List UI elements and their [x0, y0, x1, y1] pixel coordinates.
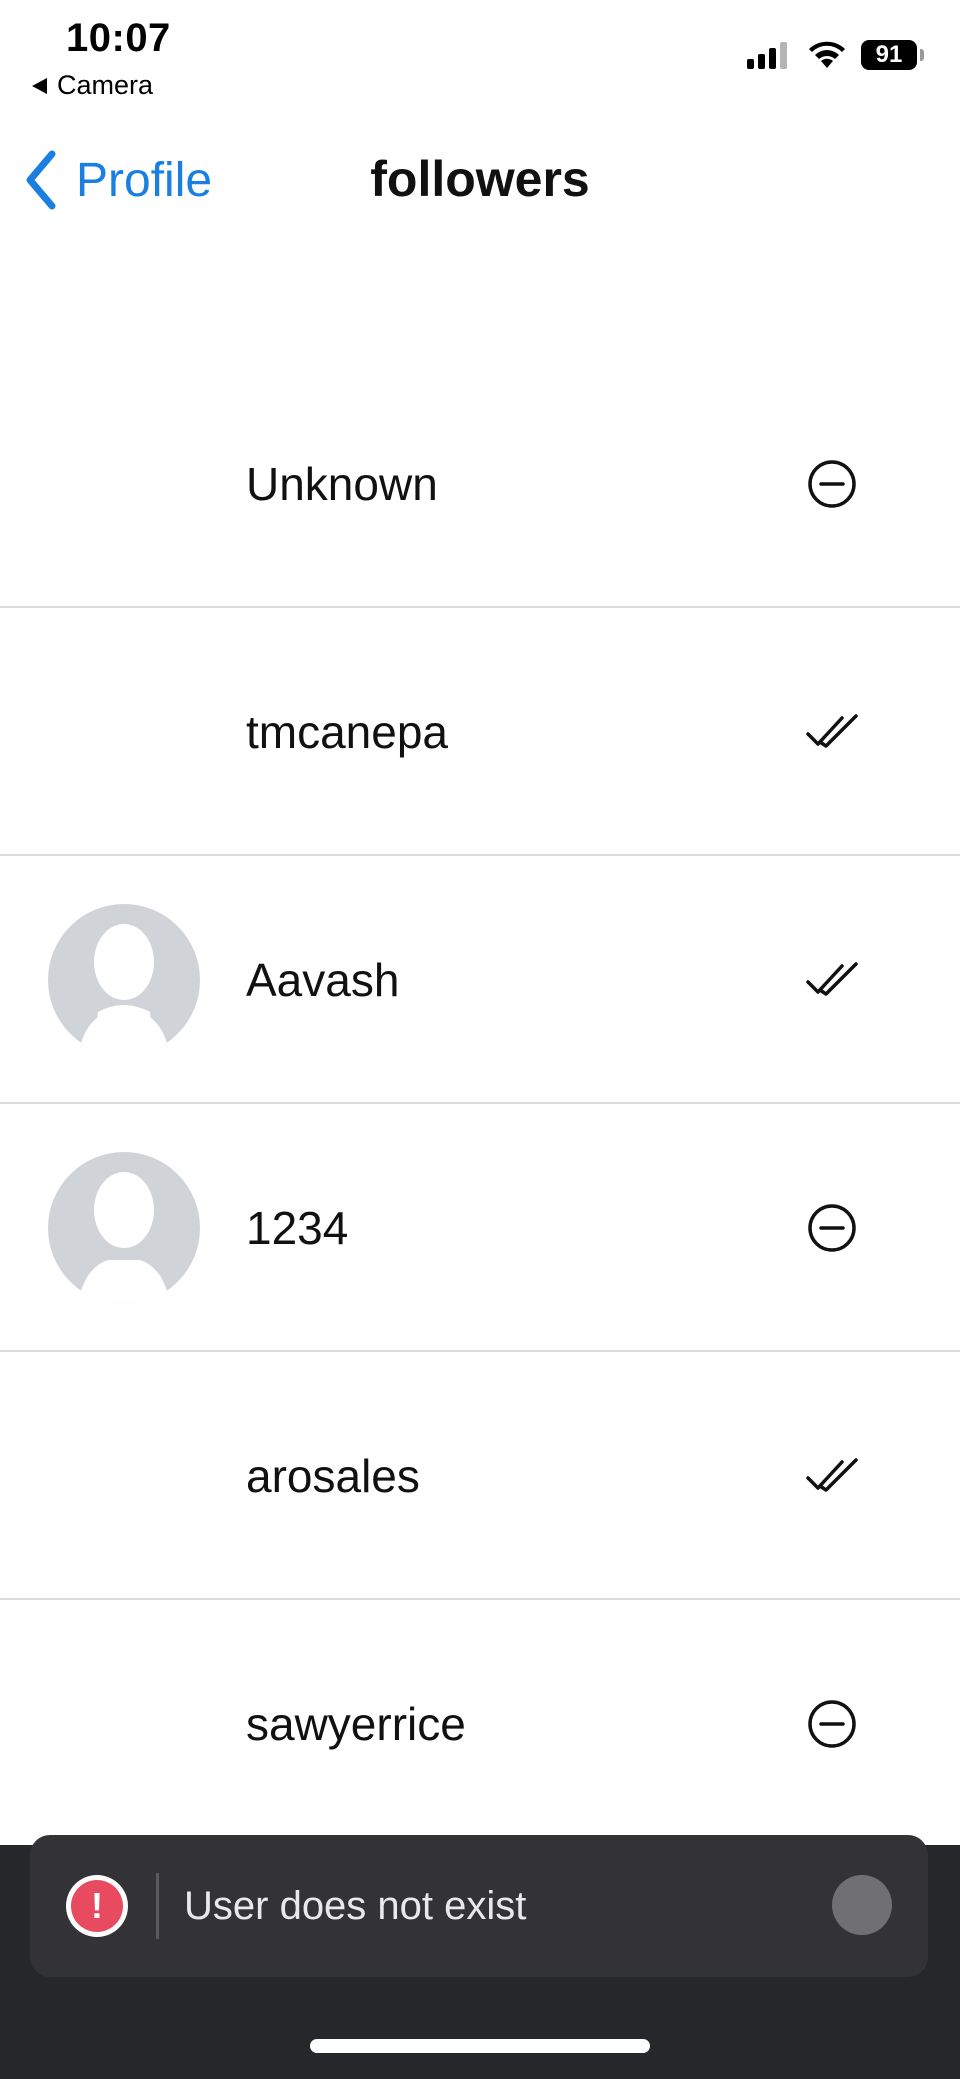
- error-toast: ! User does not exist: [30, 1835, 928, 1977]
- follower-name: sawyerrice: [246, 1698, 466, 1750]
- wifi-icon: [809, 41, 845, 68]
- followers-list: Unknown tmcanepa Aavash 1234 arosales sa…: [0, 360, 960, 1848]
- status-bar: 10:07 Camera 91: [0, 0, 960, 110]
- status-time: 10:07: [66, 16, 171, 60]
- list-item[interactable]: Aavash: [0, 856, 960, 1104]
- page-title: followers: [370, 151, 590, 207]
- error-icon: !: [66, 1875, 128, 1937]
- list-item[interactable]: 1234: [0, 1104, 960, 1352]
- status-icons: 91: [747, 40, 924, 70]
- navigation-bar: Profile followers: [0, 120, 960, 240]
- toast-dismiss-button[interactable]: [832, 1875, 892, 1935]
- list-item[interactable]: sawyerrice: [0, 1600, 960, 1848]
- person-silhouette-icon: [78, 1172, 170, 1304]
- follower-name: Aavash: [246, 954, 400, 1006]
- list-item[interactable]: arosales: [0, 1352, 960, 1600]
- double-check-icon[interactable]: [806, 706, 858, 758]
- list-item[interactable]: tmcanepa: [0, 608, 960, 856]
- remove-circle-icon[interactable]: [806, 1698, 858, 1750]
- double-check-icon[interactable]: [806, 1450, 858, 1502]
- follower-name: arosales: [246, 1450, 420, 1502]
- follower-name: 1234: [246, 1202, 349, 1254]
- avatar: [48, 904, 200, 1056]
- battery-indicator: 91: [861, 40, 917, 70]
- remove-circle-icon[interactable]: [806, 458, 858, 510]
- battery-cap: [920, 49, 924, 61]
- follower-name: tmcanepa: [246, 706, 449, 758]
- cellular-signal-icon: [747, 42, 787, 69]
- back-to-app-link[interactable]: Camera: [32, 70, 153, 101]
- double-check-icon[interactable]: [806, 954, 858, 1006]
- back-triangle-icon: [32, 77, 47, 94]
- person-silhouette-icon: [78, 924, 170, 1056]
- follower-name: Unknown: [246, 458, 438, 510]
- list-item[interactable]: Unknown: [0, 360, 960, 608]
- home-indicator[interactable]: [310, 2039, 650, 2053]
- avatar: [48, 1152, 200, 1304]
- back-app-label: Camera: [57, 70, 154, 100]
- toast-divider: [156, 1873, 159, 1939]
- toast-message: User does not exist: [184, 1883, 527, 1928]
- error-icon-glyph: !: [71, 1880, 123, 1932]
- remove-circle-icon[interactable]: [806, 1202, 858, 1254]
